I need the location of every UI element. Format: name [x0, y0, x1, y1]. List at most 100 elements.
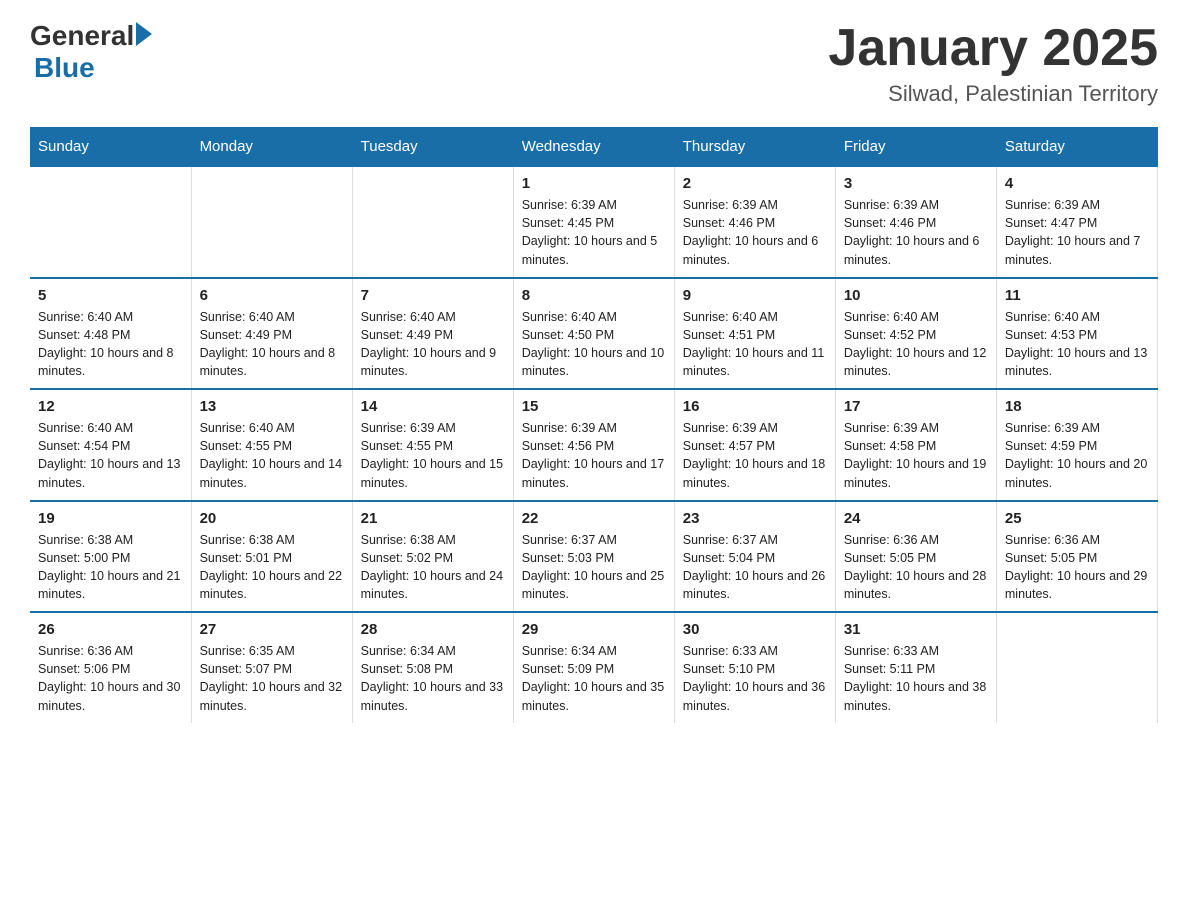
day-info: Sunrise: 6:40 AMSunset: 4:55 PMDaylight:…	[200, 419, 344, 492]
day-number: 17	[844, 398, 988, 415]
day-number: 27	[200, 621, 344, 638]
table-row: 5 Sunrise: 6:40 AMSunset: 4:48 PMDaylight…	[30, 278, 191, 390]
day-info: Sunrise: 6:39 AMSunset: 4:46 PMDaylight:…	[683, 196, 827, 269]
day-info: Sunrise: 6:40 AMSunset: 4:54 PMDaylight:…	[38, 419, 183, 492]
logo-arrow-icon	[136, 22, 152, 46]
table-row	[30, 166, 191, 278]
calendar-table: Sunday Monday Tuesday Wednesday Thursday…	[30, 127, 1158, 723]
day-info: Sunrise: 6:40 AMSunset: 4:52 PMDaylight:…	[844, 308, 988, 381]
day-info: Sunrise: 6:39 AMSunset: 4:59 PMDaylight:…	[1005, 419, 1149, 492]
day-info: Sunrise: 6:34 AMSunset: 5:09 PMDaylight:…	[522, 642, 666, 715]
day-number: 30	[683, 621, 827, 638]
col-sunday: Sunday	[30, 128, 191, 167]
header-row: Sunday Monday Tuesday Wednesday Thursday…	[30, 128, 1158, 167]
col-saturday: Saturday	[996, 128, 1157, 167]
day-info: Sunrise: 6:39 AMSunset: 4:45 PMDaylight:…	[522, 196, 666, 269]
table-row: 12 Sunrise: 6:40 AMSunset: 4:54 PMDayligh…	[30, 389, 191, 501]
day-number: 9	[683, 287, 827, 304]
day-number: 20	[200, 510, 344, 527]
day-number: 4	[1005, 175, 1149, 192]
day-number: 8	[522, 287, 666, 304]
header: General Blue January 2025 Silwad, Palest…	[30, 20, 1158, 107]
day-info: Sunrise: 6:37 AMSunset: 5:04 PMDaylight:…	[683, 531, 827, 604]
day-number: 16	[683, 398, 827, 415]
day-number: 5	[38, 287, 183, 304]
day-number: 22	[522, 510, 666, 527]
day-info: Sunrise: 6:36 AMSunset: 5:05 PMDaylight:…	[1005, 531, 1149, 604]
table-row: 15Sunrise: 6:39 AMSunset: 4:56 PMDayligh…	[513, 389, 674, 501]
table-row: 1 Sunrise: 6:39 AMSunset: 4:45 PMDaylight…	[513, 166, 674, 278]
calendar-week-row: 12 Sunrise: 6:40 AMSunset: 4:54 PMDayligh…	[30, 389, 1158, 501]
day-info: Sunrise: 6:39 AMSunset: 4:57 PMDaylight:…	[683, 419, 827, 492]
day-info: Sunrise: 6:39 AMSunset: 4:46 PMDaylight:…	[844, 196, 988, 269]
calendar-subtitle: Silwad, Palestinian Territory	[828, 81, 1158, 107]
day-number: 1	[522, 175, 666, 192]
table-row	[996, 612, 1157, 723]
day-info: Sunrise: 6:39 AMSunset: 4:55 PMDaylight:…	[361, 419, 505, 492]
table-row: 23 Sunrise: 6:37 AMSunset: 5:04 PMDayligh…	[674, 501, 835, 613]
table-row: 29 Sunrise: 6:34 AMSunset: 5:09 PMDayligh…	[513, 612, 674, 723]
day-number: 18	[1005, 398, 1149, 415]
table-row: 7 Sunrise: 6:40 AMSunset: 4:49 PMDaylight…	[352, 278, 513, 390]
day-info: Sunrise: 6:33 AMSunset: 5:11 PMDaylight:…	[844, 642, 988, 715]
calendar-title: January 2025	[828, 20, 1158, 77]
day-info: Sunrise: 6:39 AMSunset: 4:47 PMDaylight:…	[1005, 196, 1149, 269]
table-row: 31 Sunrise: 6:33 AMSunset: 5:11 PMDayligh…	[835, 612, 996, 723]
day-number: 31	[844, 621, 988, 638]
day-number: 6	[200, 287, 344, 304]
day-info: Sunrise: 6:40 AMSunset: 4:49 PMDaylight:…	[361, 308, 505, 381]
table-row: 14 Sunrise: 6:39 AMSunset: 4:55 PMDayligh…	[352, 389, 513, 501]
day-info: Sunrise: 6:34 AMSunset: 5:08 PMDaylight:…	[361, 642, 505, 715]
day-number: 11	[1005, 287, 1149, 304]
day-number: 10	[844, 287, 988, 304]
day-number: 26	[38, 621, 183, 638]
table-row: 11Sunrise: 6:40 AMSunset: 4:53 PMDayligh…	[996, 278, 1157, 390]
calendar-week-row: 19Sunrise: 6:38 AMSunset: 5:00 PMDayligh…	[30, 501, 1158, 613]
col-tuesday: Tuesday	[352, 128, 513, 167]
day-number: 7	[361, 287, 505, 304]
logo-general-text: General	[30, 20, 134, 52]
table-row: 30Sunrise: 6:33 AMSunset: 5:10 PMDayligh…	[674, 612, 835, 723]
table-row: 10 Sunrise: 6:40 AMSunset: 4:52 PMDayligh…	[835, 278, 996, 390]
table-row: 28Sunrise: 6:34 AMSunset: 5:08 PMDayligh…	[352, 612, 513, 723]
table-row: 8 Sunrise: 6:40 AMSunset: 4:50 PMDaylight…	[513, 278, 674, 390]
table-row: 2 Sunrise: 6:39 AMSunset: 4:46 PMDaylight…	[674, 166, 835, 278]
day-info: Sunrise: 6:39 AMSunset: 4:56 PMDaylight:…	[522, 419, 666, 492]
table-row: 26Sunrise: 6:36 AMSunset: 5:06 PMDayligh…	[30, 612, 191, 723]
day-info: Sunrise: 6:40 AMSunset: 4:51 PMDaylight:…	[683, 308, 827, 381]
day-number: 29	[522, 621, 666, 638]
day-number: 21	[361, 510, 505, 527]
day-number: 13	[200, 398, 344, 415]
table-row	[352, 166, 513, 278]
table-row: 18 Sunrise: 6:39 AMSunset: 4:59 PMDayligh…	[996, 389, 1157, 501]
day-number: 14	[361, 398, 505, 415]
day-info: Sunrise: 6:38 AMSunset: 5:01 PMDaylight:…	[200, 531, 344, 604]
calendar-header: Sunday Monday Tuesday Wednesday Thursday…	[30, 128, 1158, 167]
col-wednesday: Wednesday	[513, 128, 674, 167]
day-info: Sunrise: 6:35 AMSunset: 5:07 PMDaylight:…	[200, 642, 344, 715]
day-info: Sunrise: 6:40 AMSunset: 4:50 PMDaylight:…	[522, 308, 666, 381]
day-number: 24	[844, 510, 988, 527]
day-info: Sunrise: 6:40 AMSunset: 4:48 PMDaylight:…	[38, 308, 183, 381]
day-number: 12	[38, 398, 183, 415]
day-number: 19	[38, 510, 183, 527]
day-info: Sunrise: 6:40 AMSunset: 4:49 PMDaylight:…	[200, 308, 344, 381]
table-row: 22Sunrise: 6:37 AMSunset: 5:03 PMDayligh…	[513, 501, 674, 613]
table-row: 4 Sunrise: 6:39 AMSunset: 4:47 PMDaylight…	[996, 166, 1157, 278]
table-row: 9 Sunrise: 6:40 AMSunset: 4:51 PMDaylight…	[674, 278, 835, 390]
title-area: January 2025 Silwad, Palestinian Territo…	[828, 20, 1158, 107]
day-number: 23	[683, 510, 827, 527]
calendar-week-row: 1 Sunrise: 6:39 AMSunset: 4:45 PMDaylight…	[30, 166, 1158, 278]
table-row: 25 Sunrise: 6:36 AMSunset: 5:05 PMDayligh…	[996, 501, 1157, 613]
table-row: 21 Sunrise: 6:38 AMSunset: 5:02 PMDayligh…	[352, 501, 513, 613]
col-friday: Friday	[835, 128, 996, 167]
calendar-week-row: 5 Sunrise: 6:40 AMSunset: 4:48 PMDaylight…	[30, 278, 1158, 390]
col-thursday: Thursday	[674, 128, 835, 167]
day-info: Sunrise: 6:38 AMSunset: 5:02 PMDaylight:…	[361, 531, 505, 604]
day-info: Sunrise: 6:36 AMSunset: 5:05 PMDaylight:…	[844, 531, 988, 604]
day-number: 25	[1005, 510, 1149, 527]
calendar-body: 1 Sunrise: 6:39 AMSunset: 4:45 PMDaylight…	[30, 166, 1158, 723]
col-monday: Monday	[191, 128, 352, 167]
table-row: 24 Sunrise: 6:36 AMSunset: 5:05 PMDayligh…	[835, 501, 996, 613]
day-number: 2	[683, 175, 827, 192]
